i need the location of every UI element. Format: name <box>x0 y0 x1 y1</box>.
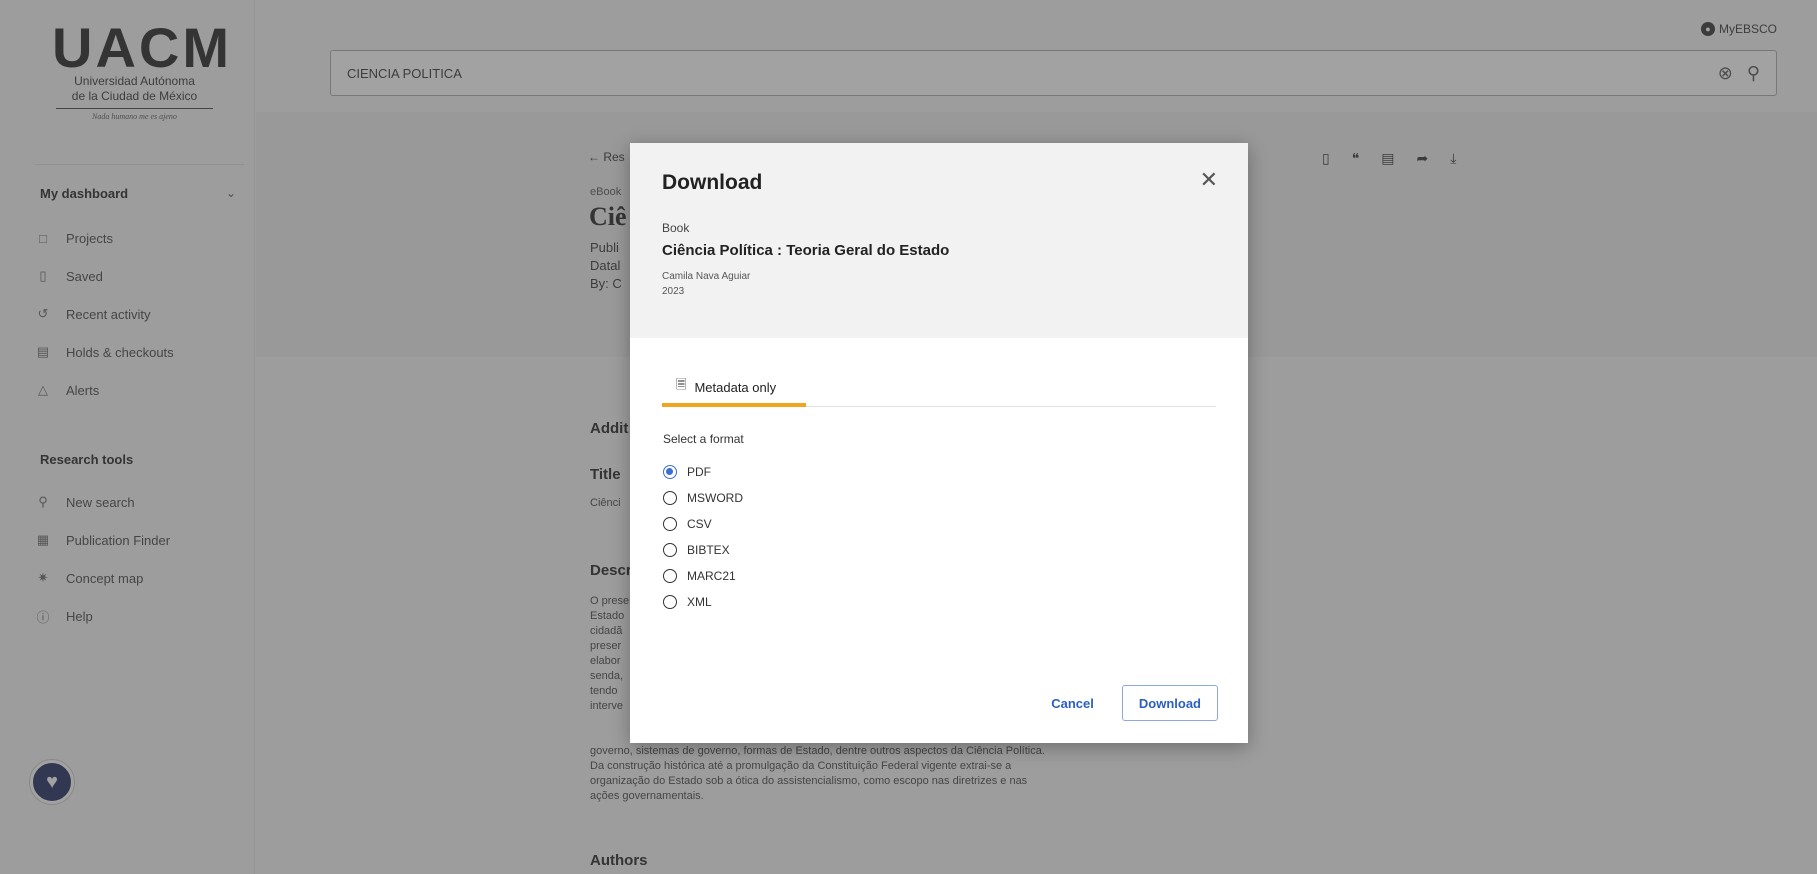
dialog-actions: Cancel Download <box>1043 685 1218 721</box>
tab-label: Metadata only <box>694 379 777 395</box>
cancel-button[interactable]: Cancel <box>1043 688 1102 719</box>
format-option-label: BIBTEX <box>687 543 730 557</box>
format-option-label: PDF <box>687 465 711 479</box>
item-title: Ciência Política : Teoria Geral do Estad… <box>662 242 950 259</box>
download-dialog: Download ✕ Book Ciência Política : Teori… <box>630 143 1248 743</box>
format-label: Select a format <box>663 432 744 446</box>
radio[interactable] <box>663 543 677 557</box>
format-option-bibtex[interactable]: BIBTEX <box>663 537 743 563</box>
item-year: 2023 <box>662 286 685 297</box>
download-tabs: 🗏 Metadata only <box>662 371 1216 407</box>
format-list: PDF MSWORD CSV BIBTEX MARC21 XML <box>663 459 743 615</box>
tab-metadata-only[interactable]: 🗏 Metadata only <box>662 371 806 407</box>
document-icon: 🗏 <box>676 377 687 392</box>
format-option-csv[interactable]: CSV <box>663 511 743 537</box>
format-option-pdf[interactable]: PDF <box>663 459 743 485</box>
item-author: Camila Nava Aguiar <box>662 271 751 282</box>
radio[interactable] <box>663 491 677 505</box>
download-button[interactable]: Download <box>1121 685 1218 721</box>
item-type: Book <box>662 221 690 235</box>
format-option-xml[interactable]: XML <box>663 589 743 615</box>
radio[interactable] <box>663 569 677 583</box>
radio-selected[interactable] <box>663 465 677 479</box>
format-option-label: MSWORD <box>687 491 743 505</box>
radio[interactable] <box>663 517 677 531</box>
close-icon[interactable]: ✕ <box>1200 167 1218 193</box>
format-option-marc21[interactable]: MARC21 <box>663 563 743 589</box>
dialog-title: Download <box>662 171 763 194</box>
format-option-label: MARC21 <box>687 569 736 583</box>
format-option-label: CSV <box>687 517 712 531</box>
radio[interactable] <box>663 595 677 609</box>
format-option-msword[interactable]: MSWORD <box>663 485 743 511</box>
dialog-header: Download ✕ Book Ciência Política : Teori… <box>630 143 1248 338</box>
format-option-label: XML <box>687 595 712 609</box>
